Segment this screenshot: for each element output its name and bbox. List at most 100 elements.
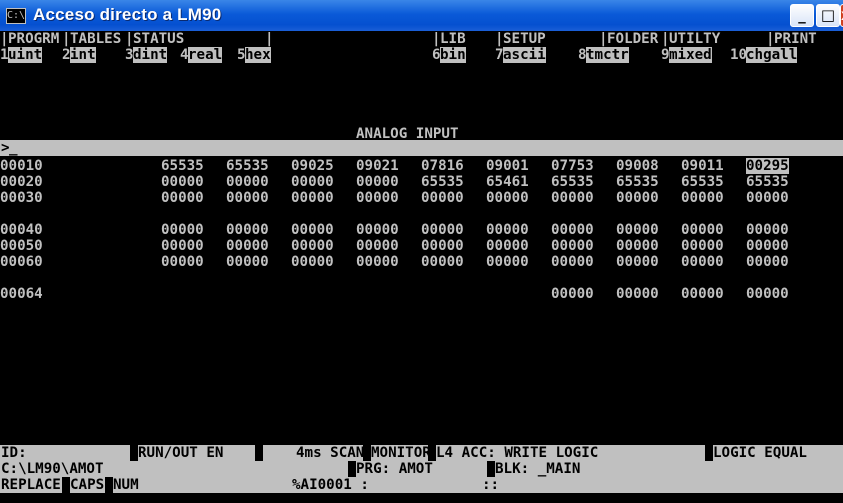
row-address[interactable]: 00060 bbox=[0, 254, 43, 270]
register-value[interactable]: 00000 bbox=[486, 222, 529, 238]
register-value[interactable]: 00000 bbox=[551, 238, 594, 254]
register-value[interactable]: 00000 bbox=[356, 190, 399, 206]
register-value[interactable]: 09008 bbox=[616, 158, 659, 174]
window-title-bar[interactable]: C:\ Acceso directo a LM90 _ □ x bbox=[0, 0, 843, 31]
register-value[interactable]: 00000 bbox=[616, 286, 659, 302]
format-option-dint[interactable]: dint bbox=[133, 47, 168, 63]
register-value[interactable]: 00000 bbox=[486, 254, 529, 270]
row-address[interactable]: 00064 bbox=[0, 286, 43, 302]
menu-label-print[interactable]: PRINT bbox=[774, 31, 817, 47]
register-value[interactable]: 00000 bbox=[551, 254, 594, 270]
format-option-real[interactable]: real bbox=[188, 47, 223, 63]
register-value[interactable]: 00000 bbox=[486, 238, 529, 254]
register-value[interactable]: 00000 bbox=[161, 190, 204, 206]
menu-label-setup[interactable]: SETUP bbox=[503, 31, 546, 47]
menu-label-folder[interactable]: FOLDER bbox=[607, 31, 658, 47]
register-value[interactable]: 07753 bbox=[551, 158, 594, 174]
register-value[interactable]: 00000 bbox=[681, 238, 724, 254]
register-value[interactable]: 65535 bbox=[746, 174, 789, 190]
caps-lock-indicator: CAPS bbox=[70, 477, 105, 493]
register-value[interactable]: 00000 bbox=[421, 238, 464, 254]
register-value[interactable]: 00000 bbox=[551, 222, 594, 238]
logic-status: LOGIC EQUAL bbox=[713, 445, 807, 461]
register-value[interactable]: 00000 bbox=[746, 238, 789, 254]
register-value[interactable]: 00000 bbox=[746, 254, 789, 270]
register-value[interactable]: 09001 bbox=[486, 158, 529, 174]
register-value[interactable]: 00295 bbox=[746, 158, 789, 174]
register-value[interactable]: 00000 bbox=[421, 190, 464, 206]
maximize-button[interactable]: □ bbox=[816, 4, 840, 27]
register-value[interactable]: 00000 bbox=[746, 286, 789, 302]
register-value[interactable]: 00000 bbox=[291, 222, 334, 238]
register-value[interactable]: 00000 bbox=[681, 254, 724, 270]
format-key-10[interactable]: 10 bbox=[730, 47, 747, 63]
console-area[interactable]: | PROGRM | TABLES | STATUS | | LIB | SET… bbox=[0, 31, 843, 503]
register-value[interactable]: 00000 bbox=[746, 190, 789, 206]
register-value[interactable]: 00000 bbox=[161, 238, 204, 254]
register-value[interactable]: 00000 bbox=[226, 222, 269, 238]
register-value[interactable]: 65461 bbox=[486, 174, 529, 190]
register-value[interactable]: 00000 bbox=[616, 254, 659, 270]
format-option-uint[interactable]: uint bbox=[8, 47, 43, 63]
format-option-bin[interactable]: bin bbox=[440, 47, 466, 63]
register-value[interactable]: 00000 bbox=[356, 254, 399, 270]
register-value[interactable]: 00000 bbox=[616, 238, 659, 254]
register-value[interactable]: 00000 bbox=[161, 254, 204, 270]
menu-label-tables[interactable]: TABLES bbox=[70, 31, 121, 47]
register-value[interactable]: 00000 bbox=[226, 190, 269, 206]
register-value[interactable]: 00000 bbox=[161, 222, 204, 238]
register-value[interactable]: 09021 bbox=[356, 158, 399, 174]
row-address[interactable]: 00050 bbox=[0, 238, 43, 254]
register-value[interactable]: 00000 bbox=[616, 190, 659, 206]
register-value[interactable]: 00000 bbox=[356, 238, 399, 254]
register-value[interactable]: 65535 bbox=[551, 174, 594, 190]
register-value[interactable]: 00000 bbox=[616, 222, 659, 238]
register-value[interactable]: 00000 bbox=[681, 286, 724, 302]
minimize-button[interactable]: _ bbox=[790, 4, 814, 27]
row-address[interactable]: 00030 bbox=[0, 190, 43, 206]
menu-label-lib[interactable]: LIB bbox=[440, 31, 466, 47]
row-address[interactable]: 00020 bbox=[0, 174, 43, 190]
menu-label-utilty[interactable]: UTILTY bbox=[669, 31, 720, 47]
register-value[interactable]: 09025 bbox=[291, 158, 334, 174]
register-value[interactable]: 00000 bbox=[746, 222, 789, 238]
row-address[interactable]: 00040 bbox=[0, 222, 43, 238]
format-option-int[interactable]: int bbox=[70, 47, 96, 63]
register-value[interactable]: 09011 bbox=[681, 158, 724, 174]
menu-label-status[interactable]: STATUS bbox=[133, 31, 184, 47]
register-value[interactable]: 65535 bbox=[681, 174, 724, 190]
format-option-chgall[interactable]: chgall bbox=[746, 47, 798, 63]
format-option-mixed[interactable]: mixed bbox=[669, 47, 712, 63]
command-cursor[interactable]: _ bbox=[9, 140, 18, 156]
format-option-hex[interactable]: hex bbox=[245, 47, 271, 63]
register-value[interactable]: 00000 bbox=[551, 190, 594, 206]
register-value[interactable]: 00000 bbox=[421, 222, 464, 238]
register-value[interactable]: 00000 bbox=[161, 174, 204, 190]
console-app-icon[interactable]: C:\ bbox=[6, 8, 26, 24]
register-value[interactable]: 00000 bbox=[291, 190, 334, 206]
register-value[interactable]: 00000 bbox=[421, 254, 464, 270]
format-option-ascii[interactable]: ascii bbox=[503, 47, 546, 63]
register-value[interactable]: 65535 bbox=[421, 174, 464, 190]
row-address[interactable]: 00010 bbox=[0, 158, 43, 174]
plc-id: ID: bbox=[1, 445, 27, 461]
command-line[interactable] bbox=[0, 140, 843, 156]
register-value[interactable]: 07816 bbox=[421, 158, 464, 174]
register-value[interactable]: 00000 bbox=[356, 222, 399, 238]
register-value[interactable]: 65535 bbox=[616, 174, 659, 190]
register-value[interactable]: 00000 bbox=[226, 254, 269, 270]
register-value[interactable]: 00000 bbox=[291, 238, 334, 254]
menu-label-progrm[interactable]: PROGRM bbox=[8, 31, 59, 47]
register-value[interactable]: 00000 bbox=[226, 238, 269, 254]
format-option-tmctr[interactable]: tmctr bbox=[586, 47, 629, 63]
register-value[interactable]: 00000 bbox=[681, 222, 724, 238]
register-value[interactable]: 00000 bbox=[226, 174, 269, 190]
register-value[interactable]: 00000 bbox=[551, 286, 594, 302]
register-value[interactable]: 65535 bbox=[161, 158, 204, 174]
register-value[interactable]: 00000 bbox=[356, 174, 399, 190]
register-value[interactable]: 00000 bbox=[291, 254, 334, 270]
register-value[interactable]: 65535 bbox=[226, 158, 269, 174]
register-value[interactable]: 00000 bbox=[486, 190, 529, 206]
register-value[interactable]: 00000 bbox=[681, 190, 724, 206]
register-value[interactable]: 00000 bbox=[291, 174, 334, 190]
